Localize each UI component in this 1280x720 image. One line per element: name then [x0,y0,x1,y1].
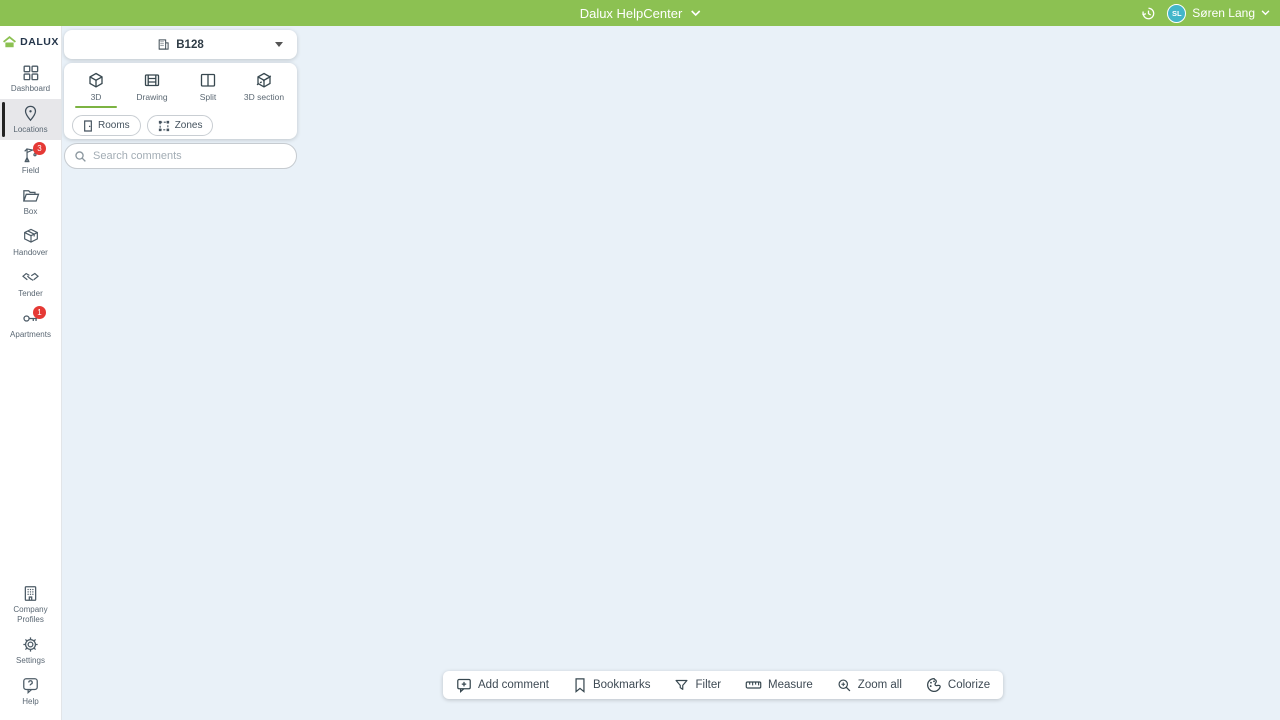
sidebar-item-handover[interactable]: Handover [0,222,61,263]
search-comments-input[interactable] [93,150,287,162]
apartments-badge: 1 [33,306,46,319]
viewer-toolbar: Add comment Bookmarks Filter Measure Zoo… [443,671,1003,699]
sidebar-item-apartments[interactable]: 1 Apartments [0,304,61,345]
bookmarks-icon [573,677,587,693]
search-icon [74,150,87,163]
rooms-toggle[interactable]: Rooms [72,115,141,136]
location-pin-icon [21,104,40,123]
colorize-button[interactable]: Colorize [926,677,990,693]
dashboard-icon [21,63,40,82]
gear-icon [21,635,40,654]
sidebar-item-tender[interactable]: Tender [0,263,61,304]
dalux-logo[interactable]: DALUX [0,26,61,58]
sidebar-item-dashboard[interactable]: Dashboard [0,58,61,99]
chevron-down-icon [1261,10,1270,16]
measure-icon [745,678,762,692]
history-icon[interactable] [1140,5,1157,22]
zoom-all-icon [837,678,852,693]
chevron-down-icon [690,10,700,17]
drawing-icon [144,72,160,89]
folder-icon [21,186,41,205]
user-name: Søren Lang [1192,6,1255,20]
measure-button[interactable]: Measure [745,678,813,692]
caret-down-icon [275,42,283,47]
sidebar-item-help[interactable]: Help [0,671,61,712]
dalux-house-icon [2,36,17,49]
user-menu[interactable]: SL Søren Lang [1167,4,1270,23]
handshake-icon [20,268,41,287]
building-small-icon [157,38,170,51]
building-selector-value: B128 [176,39,204,51]
sidebar: DALUX Dashboard Locations 3 Field Box Ha… [0,26,62,720]
cube-3d-icon [88,72,104,89]
colorize-icon [926,677,942,693]
bookmarks-button[interactable]: Bookmarks [573,677,651,693]
helpcenter-title: Dalux HelpCenter [580,6,683,21]
filter-button[interactable]: Filter [674,678,721,693]
zone-icon [158,120,170,132]
sidebar-item-company-profiles[interactable]: Company Profiles [0,578,61,630]
sidebar-item-locations[interactable]: Locations [0,99,61,140]
field-badge: 3 [33,142,46,155]
tab-3d-section[interactable]: 3D section [236,69,292,108]
add-comment-button[interactable]: Add comment [456,677,549,693]
help-icon [21,676,40,695]
filter-icon [674,678,689,693]
comment-search [64,143,297,169]
tab-3d[interactable]: 3D [68,69,124,108]
door-icon [83,120,93,132]
tab-drawing[interactable]: Drawing [124,69,180,108]
zoom-all-button[interactable]: Zoom all [837,678,902,693]
sidebar-item-field[interactable]: 3 Field [0,140,61,181]
cube-section-icon [256,72,272,89]
building-selector[interactable]: B128 [64,30,297,59]
avatar: SL [1167,4,1186,23]
add-comment-icon [456,677,472,693]
building-icon [21,584,40,603]
package-icon [21,227,41,246]
helpcenter-menu[interactable]: Dalux HelpCenter [580,6,701,21]
tab-split[interactable]: Split [180,69,236,108]
top-bar: Dalux HelpCenter SL Søren Lang [0,0,1280,26]
logo-text: DALUX [20,36,59,48]
sidebar-item-box[interactable]: Box [0,181,61,222]
sidebar-item-settings[interactable]: Settings [0,630,61,671]
zones-toggle[interactable]: Zones [147,115,214,136]
view-mode-panel: 3D Drawing Split 3D section Rooms Zones [64,63,297,139]
split-view-icon [200,72,216,89]
